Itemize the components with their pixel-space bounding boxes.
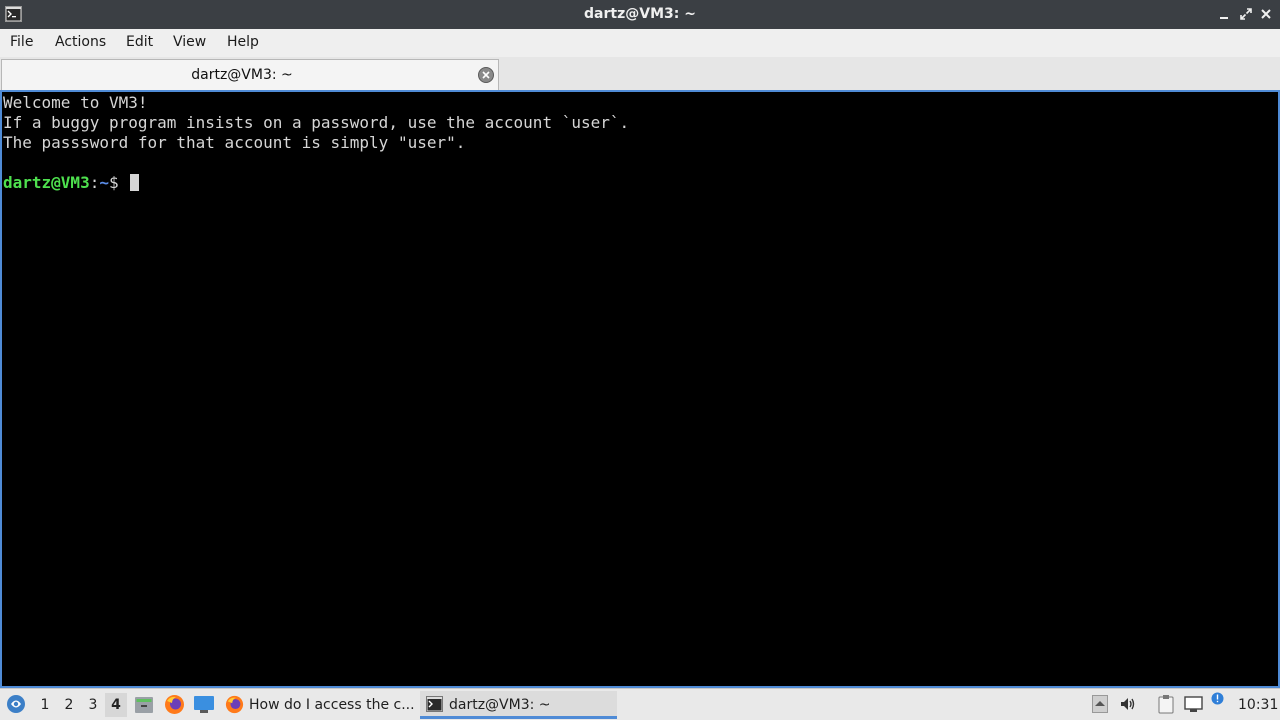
text-cursor: [130, 174, 140, 191]
clipboard-icon[interactable]: [1157, 694, 1175, 714]
network-icon[interactable]: [1184, 695, 1203, 713]
taskbar: 1 2 3 4 How do I access the c... dartz@V…: [0, 688, 1280, 720]
menu-help[interactable]: Help: [227, 34, 259, 50]
menu-bar: File Actions Edit View Help: [0, 29, 1280, 57]
task-label: How do I access the c...: [249, 697, 415, 713]
firefox-launcher-icon[interactable]: [164, 694, 185, 715]
prompt-path: ~: [99, 173, 109, 192]
terminal-line: Welcome to VM3!: [3, 93, 148, 112]
desktop-icon[interactable]: [193, 695, 215, 714]
workspace-2[interactable]: 2: [61, 697, 77, 713]
workspace-3[interactable]: 3: [85, 697, 101, 713]
prompt-symbol: $: [108, 173, 129, 192]
terminal-area[interactable]: Welcome to VM3! If a buggy program insis…: [0, 90, 1280, 688]
task-button-terminal[interactable]: dartz@VM3: ~: [420, 691, 617, 719]
file-manager-icon[interactable]: [134, 695, 154, 714]
window-titlebar: dartz@VM3: ~: [0, 0, 1280, 29]
tab-terminal[interactable]: dartz@VM3: ~: [1, 59, 499, 90]
menu-view[interactable]: View: [173, 34, 206, 50]
start-menu-icon[interactable]: [6, 694, 26, 714]
notification-icon[interactable]: [1211, 692, 1224, 705]
firefox-icon: [225, 695, 244, 714]
workspace-1[interactable]: 1: [37, 697, 53, 713]
close-tab-icon[interactable]: [477, 66, 495, 84]
prompt-separator: :: [89, 173, 100, 192]
terminal-line: If a buggy program insists on a password…: [3, 113, 630, 132]
workspace-4[interactable]: 4: [105, 693, 127, 717]
menu-file[interactable]: File: [10, 34, 33, 50]
volume-icon[interactable]: [1119, 695, 1137, 713]
prompt-user: dartz@VM3: [3, 173, 90, 192]
terminal-icon: [426, 696, 443, 712]
close-button[interactable]: [1259, 7, 1273, 21]
task-button-browser[interactable]: How do I access the c...: [222, 691, 418, 719]
clock[interactable]: 10:31: [1238, 697, 1278, 713]
tab-bar: dartz@VM3: ~: [0, 57, 1280, 90]
menu-actions[interactable]: Actions: [55, 34, 106, 50]
task-label: dartz@VM3: ~: [449, 697, 551, 713]
shell-prompt: dartz@VM3:~$: [3, 173, 140, 193]
tab-label: dartz@VM3: ~: [191, 67, 293, 83]
window-title: dartz@VM3: ~: [584, 6, 696, 22]
terminal-line: The passsword for that account is simply…: [3, 133, 466, 152]
minimize-button[interactable]: [1217, 7, 1231, 21]
tray-expand-icon[interactable]: [1092, 695, 1108, 713]
maximize-button[interactable]: [1239, 7, 1253, 21]
menu-edit[interactable]: Edit: [126, 34, 153, 50]
